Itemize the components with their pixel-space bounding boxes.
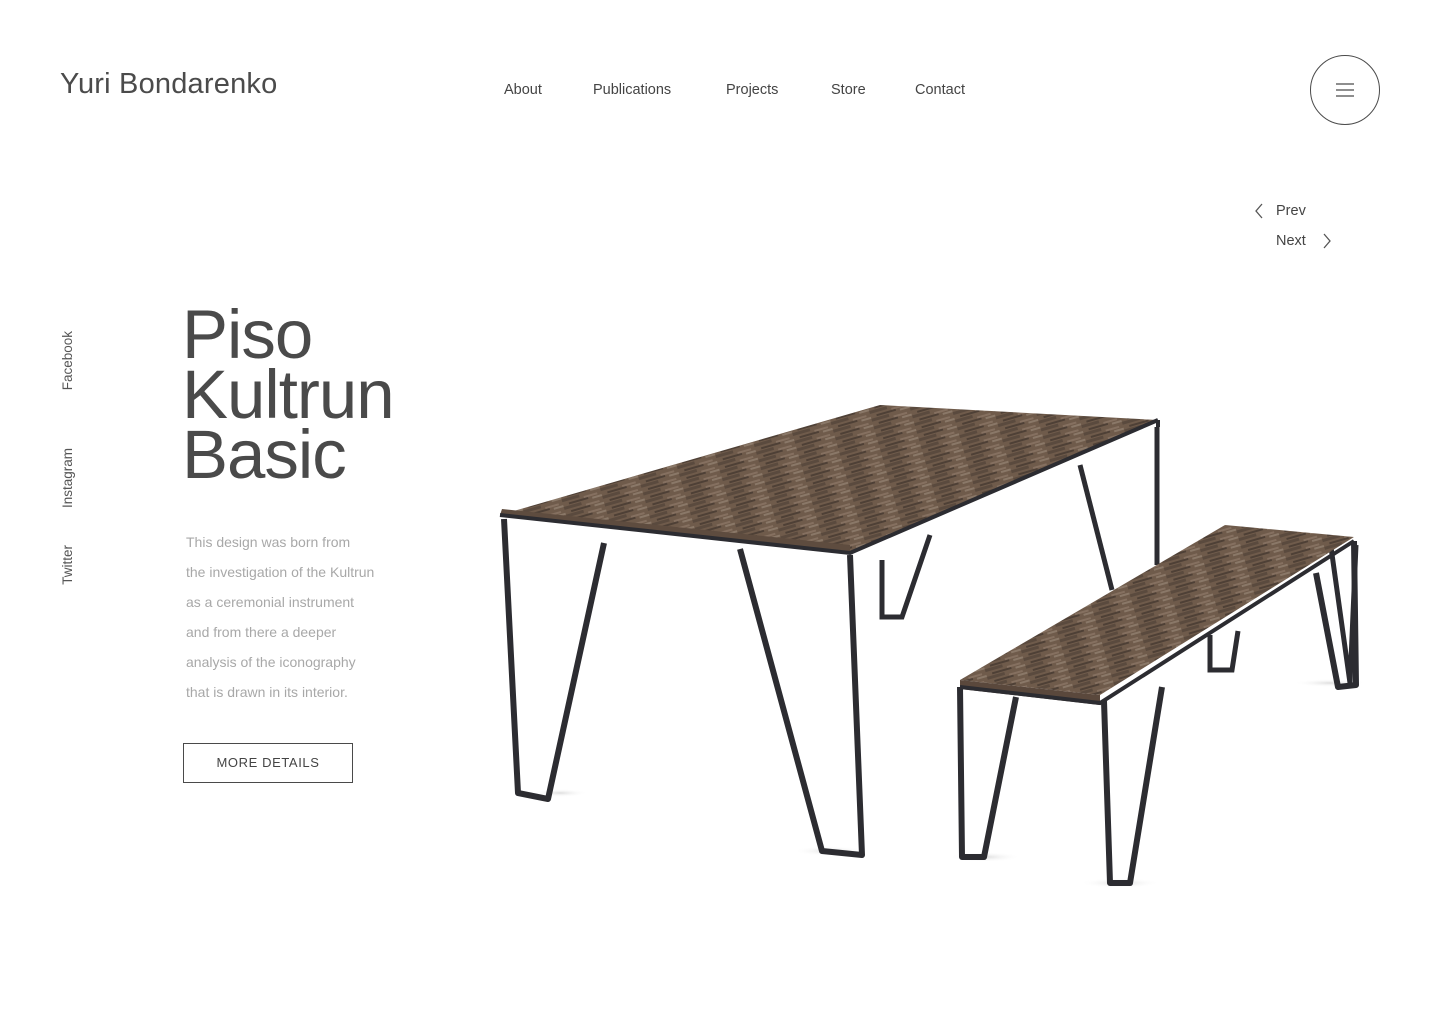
menu-button[interactable] bbox=[1310, 55, 1380, 125]
description-line: that is drawn in its interior. bbox=[186, 684, 348, 700]
title-line: Basic bbox=[182, 416, 347, 493]
product-title: Piso Kultrun Basic bbox=[182, 300, 395, 493]
description-line: as a ceremonial instrument bbox=[186, 594, 355, 610]
prev-label: Prev bbox=[1276, 203, 1306, 219]
description-line: the investigation of the Kultrun bbox=[186, 564, 375, 580]
next-label: Next bbox=[1276, 233, 1306, 249]
social-instagram[interactable]: Instagram bbox=[60, 399, 78, 508]
social-facebook[interactable]: Facebook bbox=[60, 282, 78, 390]
social-twitter[interactable]: Twitter bbox=[60, 514, 78, 585]
chevron-left-icon bbox=[1255, 203, 1263, 219]
chevron-right-icon bbox=[1323, 233, 1331, 249]
description-line: and from there a deeper bbox=[186, 624, 337, 640]
nav-store[interactable]: Store bbox=[831, 82, 866, 98]
nav-about[interactable]: About bbox=[504, 82, 542, 98]
nav-publications[interactable]: Publications bbox=[593, 82, 671, 98]
main-nav: About Publications Projects Store Contac… bbox=[0, 82, 1440, 102]
product-image bbox=[499, 405, 1366, 888]
description-line: This design was born from bbox=[186, 534, 351, 550]
hamburger-icon bbox=[1336, 83, 1354, 97]
nav-contact[interactable]: Contact bbox=[915, 82, 965, 98]
description-line: analysis of the iconography bbox=[186, 654, 356, 670]
more-details-button[interactable]: MORE DETAILS bbox=[183, 743, 353, 783]
nav-projects[interactable]: Projects bbox=[726, 82, 778, 98]
product-description: This design was born from the investigat… bbox=[186, 527, 426, 707]
